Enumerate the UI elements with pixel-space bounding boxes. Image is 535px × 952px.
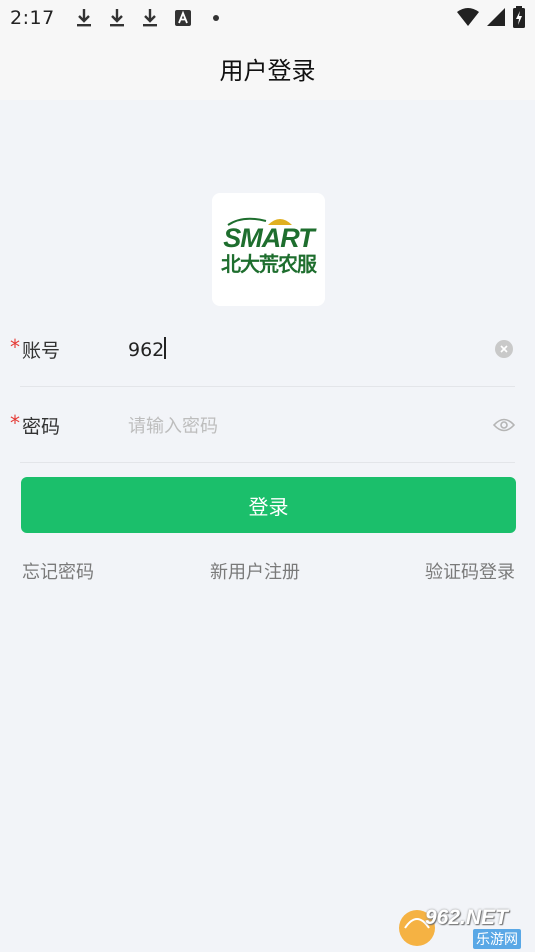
- notification-dot-icon: [207, 7, 225, 29]
- logo-text-en: SMART: [223, 222, 315, 253]
- watermark-logo: 962.NET 乐游网: [397, 904, 527, 949]
- battery-icon: [513, 6, 525, 33]
- app-logo: SMART 北大荒农服: [212, 193, 325, 306]
- eye-icon[interactable]: [492, 417, 516, 433]
- nav-bar: 用户登录: [0, 36, 535, 100]
- account-input[interactable]: 962: [128, 337, 167, 361]
- divider: [20, 462, 515, 463]
- watermark-brand: 962.NET: [425, 906, 508, 929]
- account-row: * 账号 962: [0, 311, 535, 387]
- status-icons: [457, 6, 525, 33]
- password-row: * 密码 请输入密码: [0, 387, 535, 463]
- wifi-icon: [457, 8, 479, 31]
- password-label: 密码: [22, 415, 61, 438]
- download-icon: [141, 7, 159, 29]
- account-label: 账号: [22, 339, 61, 362]
- sms-login-link[interactable]: 验证码登录: [425, 558, 515, 584]
- logo-leaf-icon: [227, 217, 292, 226]
- forgot-password-link[interactable]: 忘记密码: [22, 558, 94, 584]
- download-icon: [108, 7, 126, 29]
- required-mark: *: [10, 335, 20, 359]
- logo-text-cn: 北大荒农服: [221, 251, 317, 276]
- page-title: 用户登录: [219, 56, 316, 85]
- status-time: 2:17: [10, 7, 55, 29]
- signal-icon: [487, 8, 505, 31]
- password-input[interactable]: 请输入密码: [128, 412, 218, 438]
- required-mark: *: [10, 411, 20, 435]
- register-link[interactable]: 新用户注册: [210, 558, 300, 584]
- download-icon: [75, 7, 93, 29]
- watermark-sub: 乐游网: [473, 929, 521, 949]
- status-bar: 2:17: [0, 0, 535, 36]
- account-value: 962: [128, 339, 165, 361]
- text-cursor: [164, 337, 167, 359]
- text-app-icon: [174, 7, 192, 29]
- login-button[interactable]: 登录: [21, 477, 516, 533]
- clear-icon[interactable]: [495, 340, 513, 358]
